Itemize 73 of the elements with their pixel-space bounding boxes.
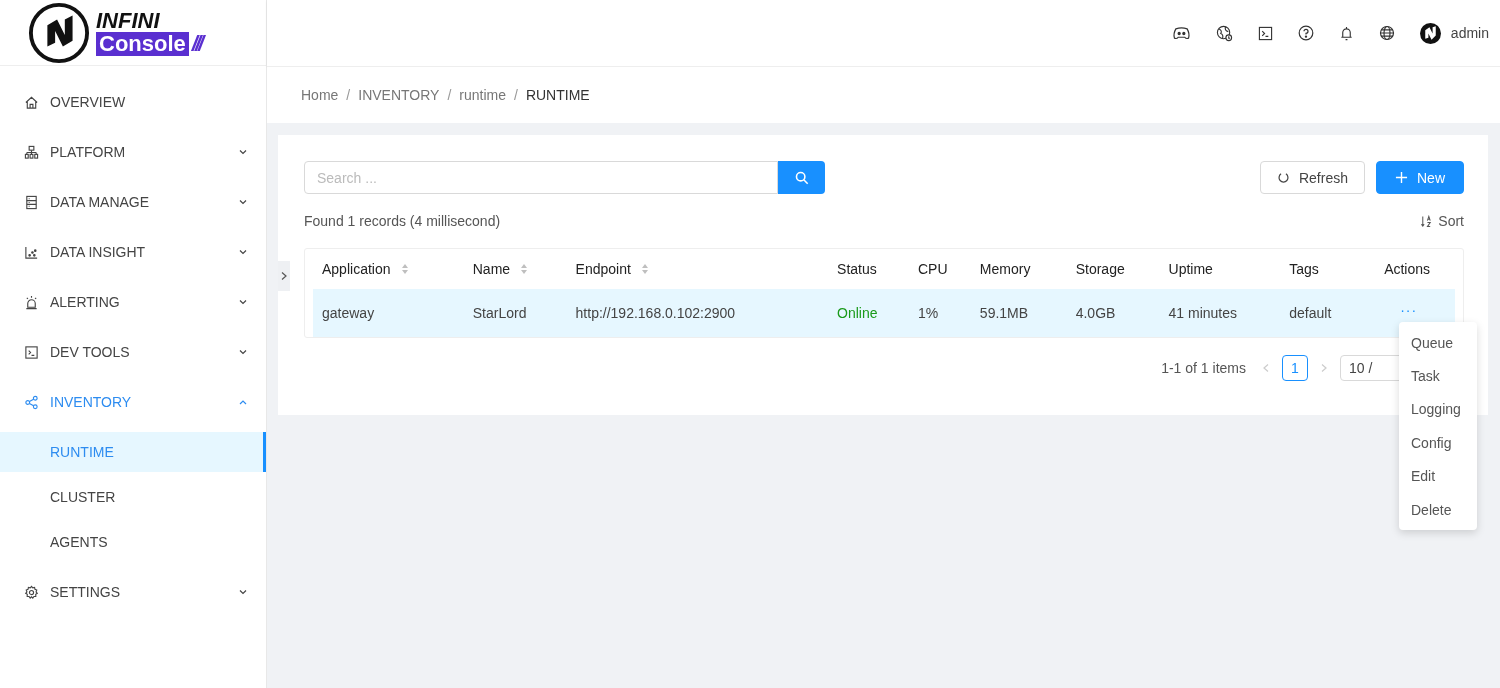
share-icon: [24, 394, 39, 410]
sidebar-item[interactable]: DEV TOOLS: [0, 327, 266, 377]
plus-icon: [1395, 171, 1408, 184]
pagination-range: 1-1 of 1 items: [1161, 360, 1246, 376]
table-row[interactable]: gateway StarLord http://192.168.0.102:2900 Online 1% 59.1MB 4.0GB 41 minutes default ···: [313, 289, 1455, 337]
sidebar-item[interactable]: DATA MANAGE: [0, 177, 266, 227]
breadcrumb-item: RUNTIME: [525, 87, 590, 103]
column-header[interactable]: Application: [313, 261, 464, 277]
logo-title: INFINI: [96, 9, 161, 32]
sort-icon: [520, 263, 529, 275]
table-cell-text: 59.1MB: [978, 305, 1030, 321]
bell-icon[interactable]: [1338, 25, 1354, 41]
terminal-icon: [24, 344, 39, 360]
sort-button[interactable]: Sort: [1420, 213, 1464, 229]
column-header: Actions: [1383, 261, 1432, 277]
avatar-icon[interactable]: [1419, 22, 1441, 44]
terminal-icon[interactable]: [1257, 25, 1273, 41]
logo-subtitle: Console: [96, 31, 189, 56]
home-icon: [24, 94, 39, 110]
expand-handle[interactable]: [278, 261, 290, 291]
sidebar-item[interactable]: SETTINGS: [0, 567, 266, 617]
breadcrumb-separator: /: [447, 87, 452, 103]
sidebar-item[interactable]: OVERVIEW: [0, 77, 266, 127]
breadcrumb-separator: /: [514, 87, 518, 103]
refresh-icon: [1276, 171, 1290, 184]
column-header: CPU: [916, 261, 949, 277]
table-cell-text: Online: [836, 305, 879, 321]
breadcrumb-item[interactable]: Home: [301, 87, 339, 103]
result-summary: Found 1 records (4 millisecond): [304, 213, 501, 229]
breadcrumb-separator: /: [346, 87, 351, 103]
alert-icon: [24, 294, 39, 310]
table-cell-text: StarLord: [471, 305, 528, 321]
gear-icon: [24, 584, 39, 600]
user-name[interactable]: admin: [1450, 25, 1489, 41]
gamepad-icon[interactable]: [1171, 25, 1191, 41]
sort-icon: [1420, 214, 1434, 228]
logo-icon: [28, 1, 90, 64]
sidebar-item[interactable]: INVENTORY: [0, 377, 266, 427]
sidebar-item[interactable]: PLATFORM: [0, 127, 266, 177]
table-cell-text: gateway: [321, 305, 376, 321]
sidebar-subitem[interactable]: CLUSTER: [0, 477, 266, 517]
table-cell-text: 1%: [916, 305, 940, 321]
sort-icon: [400, 263, 409, 275]
search-button[interactable]: [778, 161, 825, 194]
column-header[interactable]: Name: [463, 261, 567, 277]
table-cell-text: http://192.168.0.102:2900: [574, 305, 737, 321]
table-cell-text: 41 minutes: [1167, 305, 1238, 321]
column-header[interactable]: Endpoint: [566, 261, 829, 277]
help-icon[interactable]: [1297, 25, 1314, 41]
platform-icon: [24, 144, 39, 160]
search-field[interactable]: Search ...: [304, 161, 778, 194]
globe-icon[interactable]: [1215, 24, 1233, 42]
refresh-button[interactable]: Refresh: [1259, 161, 1365, 194]
menu-item[interactable]: Edit: [1399, 459, 1477, 493]
sidebar-item[interactable]: DATA INSIGHT: [0, 227, 266, 277]
breadcrumb-item[interactable]: INVENTORY: [358, 87, 440, 103]
menu-item[interactable]: Config: [1399, 426, 1477, 460]
column-header: Memory: [978, 261, 1032, 277]
sidebar-subitem[interactable]: AGENTS: [0, 522, 266, 562]
search-icon: [794, 170, 809, 185]
column-header: Storage: [1074, 261, 1126, 277]
globe-icon[interactable]: [1378, 25, 1395, 41]
breadcrumb-item[interactable]: runtime: [459, 87, 506, 103]
table-cell-text: default: [1288, 305, 1333, 321]
menu-item[interactable]: Logging: [1399, 392, 1477, 427]
logo-slashes: ///: [191, 31, 202, 56]
sidebar-item[interactable]: ALERTING: [0, 277, 266, 327]
column-header: Tags: [1288, 261, 1320, 277]
menu-item[interactable]: Delete: [1399, 492, 1477, 527]
table-cell-text: 4.0GB: [1074, 305, 1117, 321]
sort-icon: [640, 263, 649, 275]
column-header: Status: [836, 261, 878, 277]
column-header: Uptime: [1167, 261, 1214, 277]
